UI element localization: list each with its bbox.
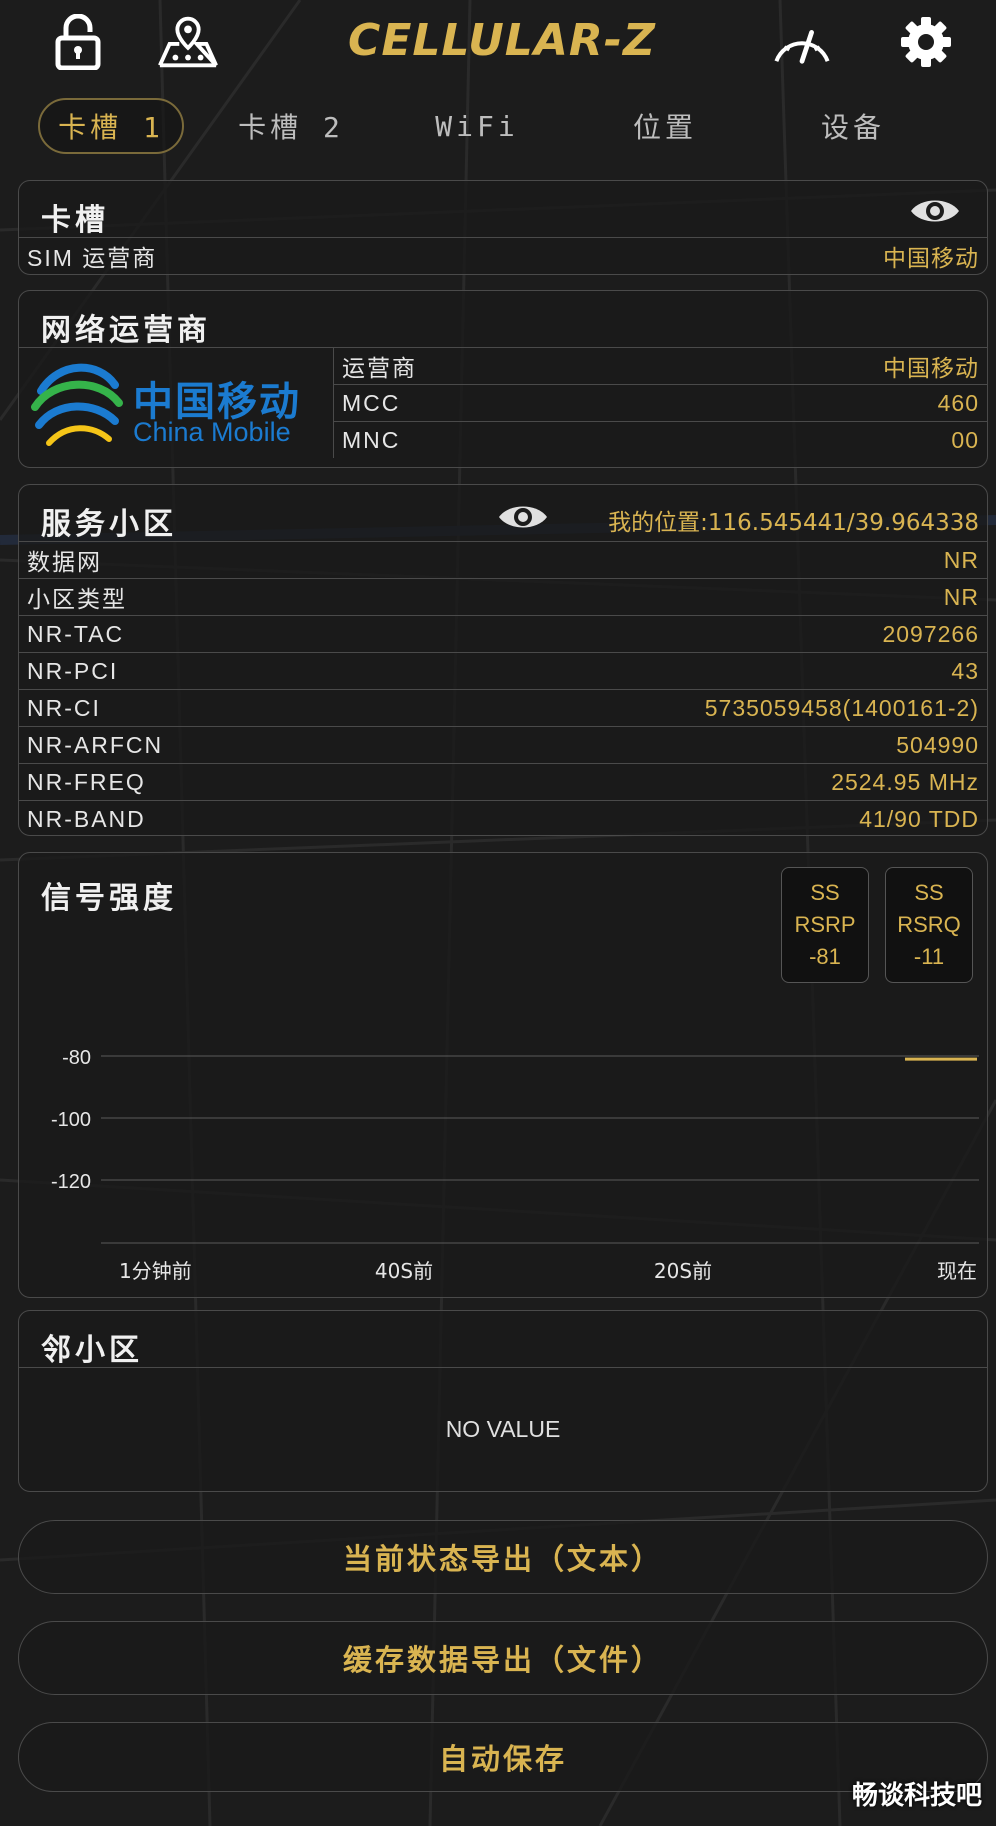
x-tick-label: 20S前 xyxy=(654,1259,712,1283)
signal-chart: -80 -100 -120 1分钟前 40S前 20S前 现在 xyxy=(51,1047,979,1283)
neighbor-panel-title: 邻小区 xyxy=(41,1333,143,1368)
row-key: NR-CI xyxy=(27,694,101,721)
network-mnc-row: MNC 00 xyxy=(333,421,987,458)
signal-strength-panel: 信号强度 SS RSRP -81 SS RSRQ -11 -80 -100 -120… xyxy=(18,852,988,1298)
cell-type-row: 小区类型 NR xyxy=(19,578,987,615)
cell-freq-row: NR-FREQ 2524.95 MHz xyxy=(19,763,987,800)
neighbor-cell-panel: 邻小区 NO VALUE xyxy=(18,1310,988,1492)
row-key: SIM 运营商 xyxy=(27,245,158,271)
x-tick-label: 40S前 xyxy=(375,1259,433,1283)
network-panel-title: 网络运营商 xyxy=(41,313,211,348)
logo-en-text: China Mobile xyxy=(133,417,291,447)
top-bar: CELLULAR-Z xyxy=(0,0,996,90)
sim-panel-title: 卡槽 xyxy=(41,203,109,238)
cell-tac-row: NR-TAC 2097266 xyxy=(19,615,987,652)
row-value: 460 xyxy=(937,389,979,416)
tab-device[interactable]: 设备 xyxy=(780,98,926,154)
row-value: 2524.95 MHz xyxy=(831,768,979,795)
watermark-text: 畅谈科技吧 xyxy=(851,1781,982,1811)
row-value: 中国移动 xyxy=(883,355,979,381)
y-tick-label: -100 xyxy=(51,1109,91,1131)
cell-data-network-row: 数据网 NR xyxy=(19,541,987,578)
row-key: NR-BAND xyxy=(27,805,146,832)
serving-cell-title: 服务小区 xyxy=(41,507,177,542)
map-location-icon[interactable] xyxy=(156,10,220,74)
cell-arfcn-row: NR-ARFCN 504990 xyxy=(19,726,987,763)
row-key: MNC xyxy=(342,426,401,453)
autosave-button[interactable]: 自动保存 xyxy=(18,1722,988,1792)
china-mobile-logo: 中国移动 China Mobile xyxy=(29,351,329,461)
cell-ci-row: NR-CI 5735059458(1400161-2) xyxy=(19,689,987,726)
divider xyxy=(19,1367,987,1368)
network-mcc-row: MCC 460 xyxy=(333,384,987,421)
serving-cell-panel: 服务小区 我的位置:116.545441/39.964338 数据网 NR 小区… xyxy=(18,484,988,836)
lock-icon[interactable] xyxy=(46,10,110,74)
row-value: 5735059458(1400161-2) xyxy=(704,694,979,721)
sim-panel: 卡槽 SIM 运营商 中国移动 xyxy=(18,180,988,275)
no-value-text: NO VALUE xyxy=(445,1416,561,1442)
app-root: CELLULAR-Z 卡槽 1 卡槽 2 WiFi 位置 设备 卡槽 SIM 运… xyxy=(0,0,996,1826)
x-tick-label: 现在 xyxy=(937,1259,977,1283)
row-value: 504990 xyxy=(896,731,979,758)
row-key: NR-ARFCN xyxy=(27,731,164,758)
speedometer-icon[interactable] xyxy=(770,10,834,74)
y-tick-label: -120 xyxy=(51,1171,91,1193)
row-value: 00 xyxy=(951,426,979,453)
row-key: 数据网 xyxy=(27,549,102,575)
export-text-button[interactable]: 当前状态导出（文本） xyxy=(18,1520,988,1594)
sim-operator-row: SIM 运营商 中国移动 xyxy=(19,237,987,274)
x-tick-label: 1分钟前 xyxy=(119,1259,192,1283)
visibility-eye-icon[interactable] xyxy=(497,499,549,535)
row-key: NR-PCI xyxy=(27,657,119,684)
row-value: NR xyxy=(943,583,979,610)
y-tick-label: -80 xyxy=(62,1047,91,1069)
tab-sim1[interactable]: 卡槽 1 xyxy=(38,98,184,154)
settings-gear-icon[interactable] xyxy=(894,10,958,74)
row-key: NR-TAC xyxy=(27,620,125,647)
row-value: 43 xyxy=(951,657,979,684)
row-key: 小区类型 xyxy=(27,586,127,612)
cell-band-row: NR-BAND 41/90 TDD xyxy=(19,800,987,837)
tab-location[interactable]: 位置 xyxy=(592,98,738,154)
row-key: NR-FREQ xyxy=(27,768,146,795)
row-value: NR xyxy=(943,546,979,573)
export-file-button[interactable]: 缓存数据导出（文件） xyxy=(18,1621,988,1695)
visibility-eye-icon[interactable] xyxy=(909,193,961,229)
network-operator-row: 运营商 中国移动 xyxy=(333,347,987,384)
tab-bar: 卡槽 1 卡槽 2 WiFi 位置 设备 xyxy=(20,98,980,154)
tab-wifi[interactable]: WiFi xyxy=(404,98,550,154)
cell-pci-row: NR-PCI 43 xyxy=(19,652,987,689)
network-operator-panel: 网络运营商 中国移动 China Mobile 运营商 中国移动 MCC 460… xyxy=(18,290,988,468)
my-location-text: 我的位置:116.545441/39.964338 xyxy=(608,510,979,536)
row-key: 运营商 xyxy=(342,355,417,381)
row-value: 41/90 TDD xyxy=(859,805,979,832)
row-value: 中国移动 xyxy=(883,245,979,271)
row-value: 2097266 xyxy=(882,620,979,647)
tab-sim2[interactable]: 卡槽 2 xyxy=(218,98,364,154)
app-logo: CELLULAR-Z xyxy=(348,14,656,66)
row-key: MCC xyxy=(342,389,401,416)
